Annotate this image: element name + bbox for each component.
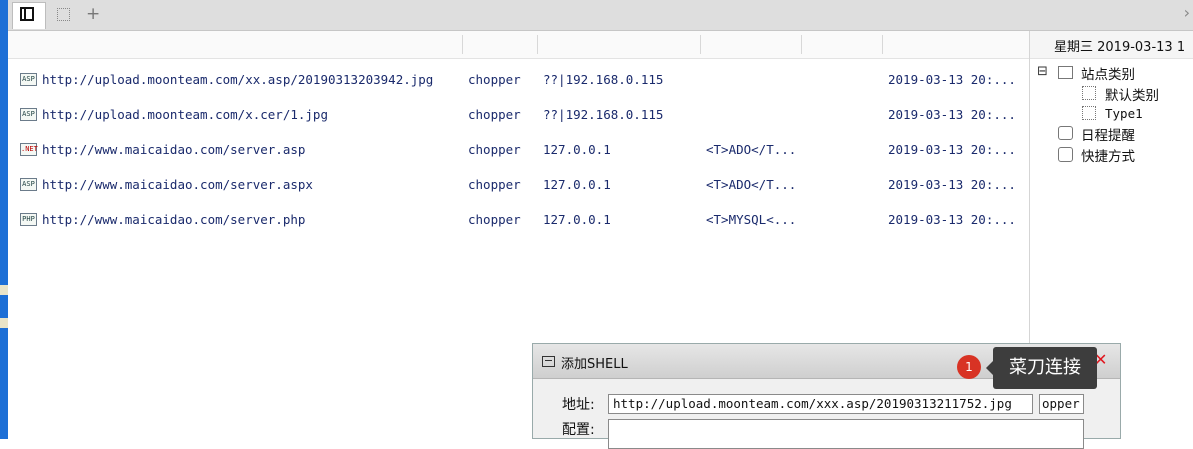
row-type: chopper <box>468 142 521 157</box>
table-row[interactable]: PHP http://www.maicaidao.com/server.php … <box>8 203 1029 237</box>
tree-schedule[interactable]: 日程提醒 <box>1081 124 1135 144</box>
shortcut-icon <box>1058 147 1073 162</box>
dotted-square-icon <box>57 8 70 21</box>
address-label: 地址: <box>562 397 595 413</box>
row-type: chopper <box>468 107 521 122</box>
row-type: chopper <box>468 72 521 87</box>
address-input[interactable]: http://upload.moonteam.com/xxx.asp/20190… <box>608 394 1033 414</box>
row-type: chopper <box>468 212 521 227</box>
tab-blank[interactable] <box>50 2 84 29</box>
row-note: <T>ADO</T... <box>706 142 797 157</box>
row-url: http://www.maicaidao.com/server.asp <box>42 142 306 157</box>
list-header <box>8 31 1029 59</box>
row-url: http://upload.moonteam.com/x.cer/1.jpg <box>42 107 328 122</box>
row-url: http://www.maicaidao.com/server.php <box>42 212 306 227</box>
add-tab-button[interactable]: + <box>86 4 100 24</box>
row-date: 2019-03-13 20:... <box>888 212 1016 227</box>
row-url: http://www.maicaidao.com/server.aspx <box>42 177 313 192</box>
step-badge: 1 <box>957 355 981 379</box>
php-file-icon: PHP <box>20 213 37 226</box>
row-ip: 127.0.0.1 <box>543 142 611 157</box>
row-ip: 127.0.0.1 <box>543 212 611 227</box>
asp-file-icon: ASP <box>20 178 37 191</box>
row-date: 2019-03-13 20:... <box>888 177 1016 192</box>
config-textarea[interactable] <box>608 419 1084 449</box>
tree-site-category[interactable]: 站点类别 <box>1081 63 1135 83</box>
asp-file-icon: ASP <box>20 73 37 86</box>
row-date: 2019-03-13 20:... <box>888 142 1016 157</box>
shell-type-select[interactable]: opper <box>1039 394 1084 414</box>
current-date: 星期三 2019-03-13 1 <box>1054 40 1186 55</box>
category-icon <box>1082 86 1096 100</box>
window-icon <box>542 356 555 367</box>
row-type: chopper <box>468 177 521 192</box>
annotation-tooltip: 菜刀连接 <box>986 347 1097 389</box>
scroll-right-button[interactable]: › <box>1184 3 1190 22</box>
folder-icon <box>1058 66 1073 79</box>
config-label: 配置: <box>562 422 595 438</box>
row-note: <T>MYSQL<... <box>706 212 797 227</box>
table-row[interactable]: .NET http://www.maicaidao.com/server.asp… <box>8 133 1029 167</box>
desktop-edge <box>0 0 8 439</box>
row-ip: 127.0.0.1 <box>543 177 611 192</box>
tree-shortcuts[interactable]: 快捷方式 <box>1081 145 1135 165</box>
tab-bar: + › <box>8 0 1193 31</box>
row-date: 2019-03-13 20:... <box>888 72 1016 87</box>
table-row[interactable]: ASP http://upload.moonteam.com/x.cer/1.j… <box>8 98 1029 132</box>
row-date: 2019-03-13 20:... <box>888 107 1016 122</box>
table-row[interactable]: ASP http://www.maicaidao.com/server.aspx… <box>8 168 1029 202</box>
row-ip: ??|192.168.0.115 <box>543 107 664 122</box>
row-ip: ??|192.168.0.115 <box>543 72 664 87</box>
row-note: <T>ADO</T... <box>706 177 797 192</box>
table-row[interactable]: ASP http://upload.moonteam.com/xx.asp/20… <box>8 63 1029 97</box>
window-icon <box>20 7 34 21</box>
asp-file-icon: ASP <box>20 108 37 121</box>
tree-default-category[interactable]: 默认类别 <box>1105 84 1159 104</box>
tab-window-list[interactable] <box>12 2 46 29</box>
tree-type1[interactable]: Type1 <box>1105 106 1143 121</box>
row-url: http://upload.moonteam.com/xx.asp/201903… <box>42 72 434 87</box>
category-icon <box>1082 106 1096 120</box>
schedule-icon <box>1058 126 1073 140</box>
dotnet-file-icon: .NET <box>20 143 38 156</box>
date-header: 星期三 2019-03-13 1 <box>1030 31 1193 59</box>
dialog-title: 添加SHELL <box>561 357 628 372</box>
collapse-icon[interactable]: ⊟ <box>1037 64 1048 79</box>
